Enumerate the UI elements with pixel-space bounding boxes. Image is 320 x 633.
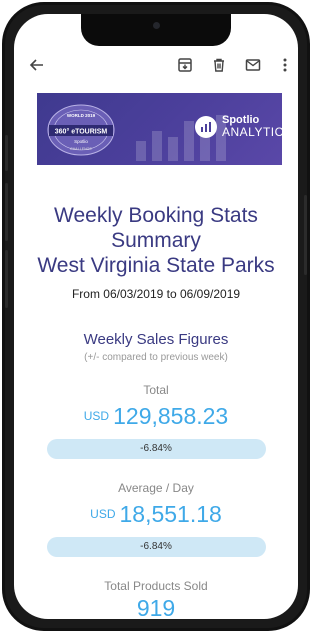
metric-amount: 919: [136, 595, 176, 619]
mail-icon[interactable]: [244, 56, 262, 74]
etourism-badge-logo: WORLD 2019 360° eTOURISM Spotlio CHALLEN…: [47, 104, 115, 156]
metric-total-products-sold: Total Products Sold 919: [14, 579, 298, 619]
mute-switch: [5, 135, 8, 171]
badge-main-text: 360° eTOURISM: [55, 128, 108, 136]
badge-bottom-text: CHALLENGE: [70, 147, 92, 151]
date-range: From 06/03/2019 to 06/09/2019: [71, 287, 241, 301]
metric-average-per-day: Average / Day USD 18,551.18 -6.84%: [14, 481, 298, 557]
badge-top-text: WORLD 2019: [67, 113, 96, 118]
phone-notch: [81, 14, 231, 46]
metric-label: Total: [143, 383, 169, 397]
section-subtitle: (+/- compared to previous week): [84, 352, 228, 363]
email-body: Weekly Booking Stats Summary West Virgin…: [14, 169, 298, 619]
metric-value: USD 129,858.23: [14, 403, 298, 430]
more-vert-icon[interactable]: [276, 56, 294, 74]
metric-label: Total Products Sold: [104, 579, 208, 593]
phone-screen: WORLD 2019 360° eTOURISM Spotlio CHALLEN…: [14, 14, 298, 619]
volume-down-button: [5, 250, 8, 308]
currency-code: USD: [83, 409, 110, 423]
currency-code: USD: [90, 507, 116, 521]
email-toolbar: [14, 48, 298, 84]
email-header-banner: WORLD 2019 360° eTOURISM Spotlio CHALLEN…: [37, 93, 282, 165]
change-badge: -6.84%: [46, 439, 266, 459]
metric-value: 919: [14, 595, 298, 619]
phone-frame: WORLD 2019 360° eTOURISM Spotlio CHALLEN…: [2, 2, 310, 631]
archive-icon[interactable]: [176, 56, 194, 74]
trash-icon[interactable]: [210, 56, 228, 74]
metric-value: USD 18,551.18: [14, 501, 298, 528]
title-line-3: West Virginia State Parks: [37, 254, 275, 277]
change-badge: -6.84%: [46, 537, 266, 557]
metric-amount: 129,858.23: [113, 403, 229, 429]
back-arrow-icon[interactable]: [28, 56, 46, 74]
title-line-1: Weekly Booking Stats: [54, 204, 258, 227]
analytics-chart-icon: [195, 115, 217, 138]
section-title: Weekly Sales Figures: [83, 331, 229, 348]
report-title: Weekly Booking Stats Summary West Virgin…: [14, 203, 298, 278]
volume-up-button: [5, 183, 8, 241]
metric-amount: 18,551.18: [119, 501, 222, 527]
metric-total: Total USD 129,858.23 -6.84%: [14, 383, 298, 459]
title-line-2: Summary: [111, 229, 201, 252]
brand-suffix: ANALYTICS: [222, 125, 282, 139]
spotlio-analytics-logo: Spotlio ANALYTICS: [195, 115, 282, 138]
badge-brand-text: Spotlio: [74, 139, 88, 144]
metric-label: Average / Day: [118, 481, 194, 495]
power-button: [304, 195, 307, 275]
